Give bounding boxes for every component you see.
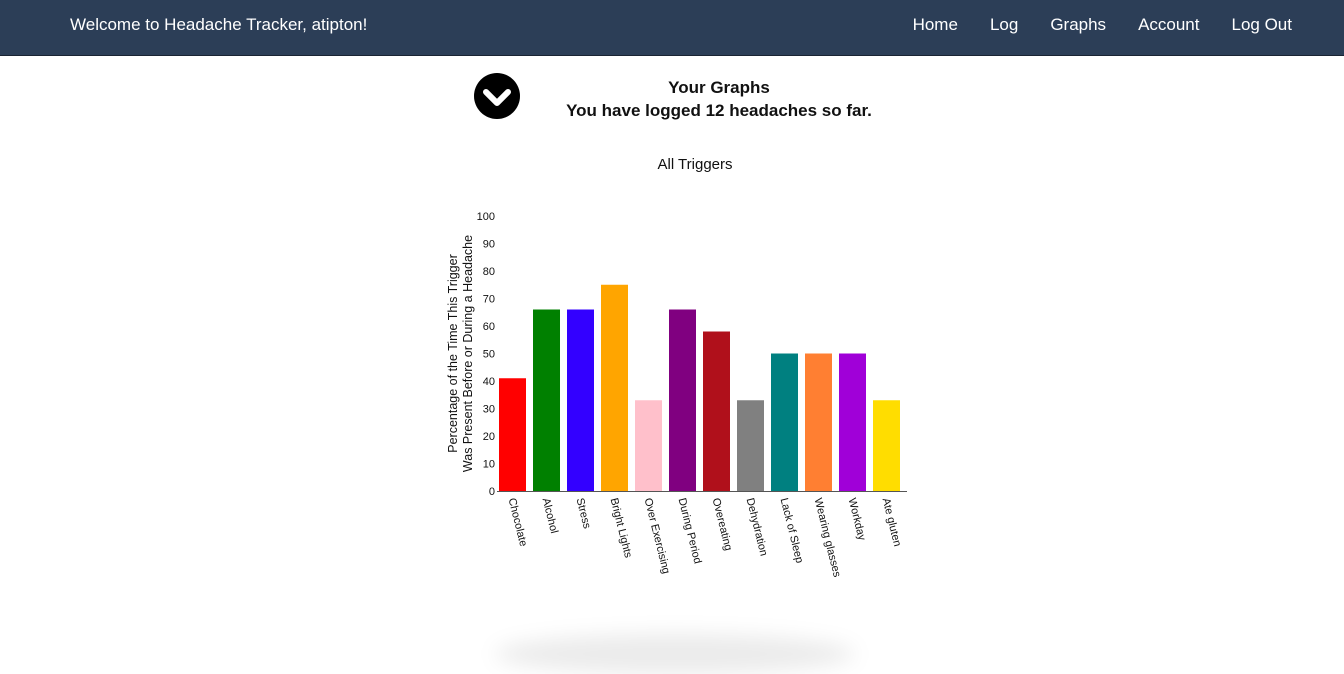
y-tick-label: 10: [483, 459, 495, 471]
nav-log-link[interactable]: Log: [990, 15, 1018, 35]
chart-title: All Triggers: [657, 156, 733, 173]
bar-overeating[interactable]: [703, 331, 730, 492]
y-axis-label: Percentage of the Time This Trigger: [446, 254, 460, 452]
x-tick-label: Overeating: [710, 497, 735, 552]
x-tick-label: Alcohol: [540, 497, 560, 535]
x-tick-label: During Period: [676, 497, 704, 565]
y-axis-label: Was Present Before or During a Headache: [461, 235, 475, 472]
y-tick-label: 90: [483, 239, 495, 251]
bar-stress[interactable]: [567, 309, 594, 492]
bar-alcohol[interactable]: [533, 309, 560, 492]
y-tick-label: 50: [483, 349, 495, 361]
nav-logout-link[interactable]: Log Out: [1232, 15, 1293, 35]
x-tick-label: Lack of Sleep: [778, 497, 806, 565]
bar-workday[interactable]: [839, 353, 866, 492]
top-navbar: Welcome to Headache Tracker, atipton! Ho…: [0, 0, 1344, 56]
bar-wearing-glasses[interactable]: [805, 353, 832, 492]
nav-graphs-link[interactable]: Graphs: [1050, 15, 1106, 35]
y-tick-label: 70: [483, 294, 495, 306]
bar-chocolate[interactable]: [499, 378, 526, 491]
welcome-brand[interactable]: Welcome to Headache Tracker, atipton!: [70, 15, 367, 35]
y-tick-label: 60: [483, 321, 495, 333]
x-tick-label: Ate gluten: [880, 497, 904, 548]
nav-home-link[interactable]: Home: [913, 15, 958, 35]
page-title: Your Graphs: [668, 78, 770, 97]
card-shadow: [495, 634, 855, 674]
x-tick-label: Wearing glasses: [812, 497, 843, 579]
y-tick-label: 20: [483, 431, 495, 443]
x-tick-label: Stress: [574, 497, 593, 531]
x-tick-label: Dehydration: [744, 497, 770, 557]
y-tick-label: 30: [483, 404, 495, 416]
y-tick-label: 100: [477, 211, 495, 223]
x-tick-label: Bright Lights: [608, 497, 635, 560]
y-tick-label: 80: [483, 266, 495, 278]
bar-over-exercising[interactable]: [635, 400, 662, 491]
nav-account-link[interactable]: Account: [1138, 15, 1199, 35]
triggers-bar-chart: Percentage of the Time This Trigger Was P…: [446, 211, 907, 579]
x-tick-label: Chocolate: [506, 497, 530, 548]
bar-during-period[interactable]: [669, 309, 696, 492]
bar-lack-of-sleep[interactable]: [771, 353, 798, 492]
chevron-down-circle-icon[interactable]: [474, 73, 520, 119]
x-tick-label: Over Exercising: [642, 497, 672, 575]
nav-links: Home Log Graphs Account Log Out: [913, 15, 1292, 35]
x-tick-label: Workday: [846, 497, 868, 542]
bar-bright-lights[interactable]: [601, 284, 628, 491]
headache-count-text: You have logged 12 headaches so far.: [566, 101, 872, 120]
bar-dehydration[interactable]: [737, 400, 764, 491]
y-tick-label: 0: [489, 486, 495, 498]
y-tick-label: 40: [483, 376, 495, 388]
bar-ate-gluten[interactable]: [873, 400, 900, 491]
